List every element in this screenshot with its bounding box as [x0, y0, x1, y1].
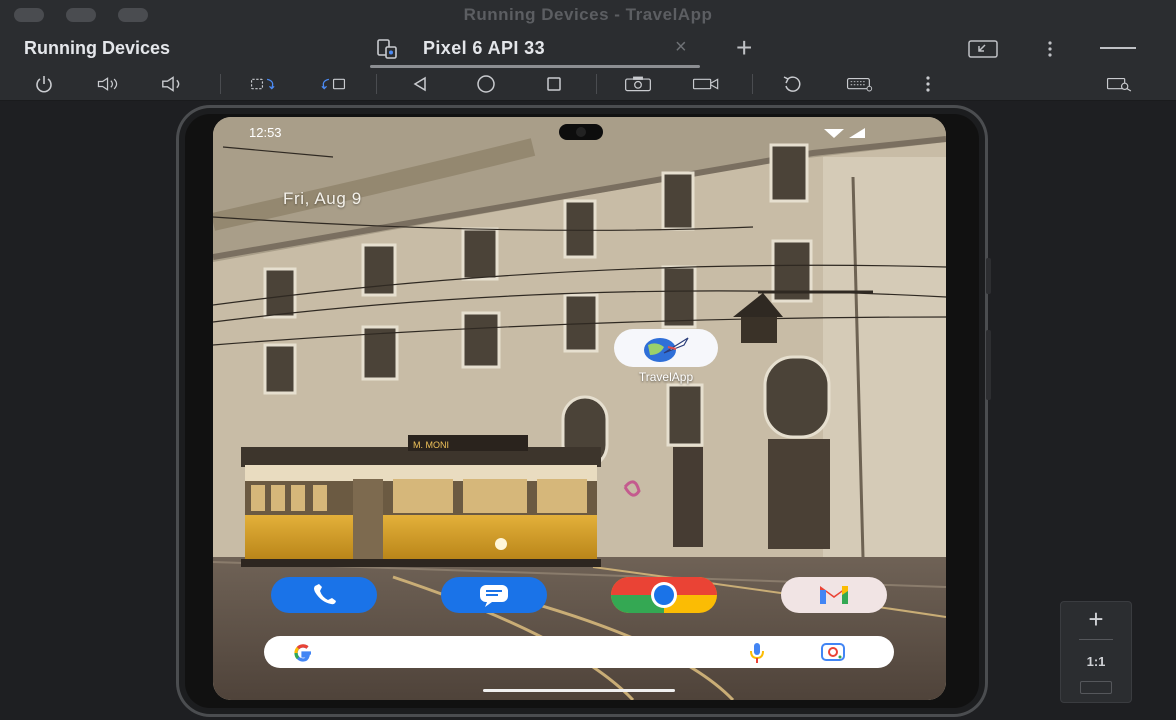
zoom-in-button[interactable]: + — [1061, 604, 1131, 635]
gesture-nav-bar[interactable] — [483, 689, 675, 692]
travelapp-label: TravelApp — [638, 370, 694, 384]
snapshot-icon[interactable] — [780, 73, 808, 95]
tab-label: Pixel 6 API 33 — [423, 38, 546, 58]
status-time: 12:53 — [249, 125, 282, 140]
layout-inspector-icon[interactable] — [1106, 73, 1134, 95]
zoom-controls: + 1:1 — [1060, 601, 1132, 703]
window-title: Running Devices - TravelApp — [463, 5, 713, 24]
phone-screen[interactable]: M. MONI 12:53 Fri, Aug 9 TravelApp — [213, 117, 946, 700]
volume-side-button — [986, 330, 991, 400]
volume-down-icon[interactable] — [160, 73, 188, 95]
rotate-right-icon[interactable] — [318, 73, 346, 95]
phone-app-icon[interactable] — [271, 577, 377, 613]
travelapp-icon — [614, 329, 718, 367]
zoom-to-fit-icon[interactable] — [1080, 681, 1112, 694]
toolbar-separator — [752, 74, 753, 94]
status-icons — [822, 126, 868, 144]
tram-sign: M. MONI — [413, 440, 449, 450]
zoom-divider — [1079, 639, 1113, 640]
options-menu-icon[interactable] — [1043, 39, 1057, 64]
toolbar-separator — [376, 74, 377, 94]
wifi-icon — [824, 129, 844, 138]
signal-icon — [849, 128, 865, 138]
more-icon[interactable] — [914, 73, 942, 95]
add-device-icon[interactable]: + — [736, 32, 752, 64]
messages-app-icon[interactable] — [441, 577, 547, 613]
gmail-app-icon[interactable] — [781, 577, 887, 613]
back-icon[interactable] — [406, 73, 434, 95]
toolbar-separator — [220, 74, 221, 94]
home-icon[interactable] — [472, 73, 500, 95]
google-search-bar[interactable] — [264, 636, 894, 668]
restore-panel-icon[interactable] — [968, 40, 998, 63]
running-devices-header: Running Devices Pixel 6 API 33 × + — [0, 30, 1176, 68]
window-titlebar: Running Devices - TravelApp — [0, 0, 1176, 30]
power-side-button — [986, 258, 991, 294]
google-lens-icon[interactable] — [820, 642, 846, 667]
actual-size-button[interactable]: 1:1 — [1061, 654, 1131, 669]
voice-search-icon[interactable] — [747, 641, 767, 670]
screen-record-icon[interactable] — [692, 73, 720, 95]
google-logo-icon — [292, 642, 314, 669]
toolbar-separator — [596, 74, 597, 94]
date-widget[interactable]: Fri, Aug 9 — [283, 189, 362, 209]
volume-up-icon[interactable] — [96, 73, 124, 95]
chrome-app-icon[interactable] — [611, 577, 717, 613]
overview-icon[interactable] — [540, 73, 568, 95]
rotate-left-icon[interactable] — [250, 73, 278, 95]
travelapp-shortcut[interactable]: TravelApp — [611, 329, 721, 384]
device-icon — [376, 39, 398, 64]
tab-pixel-6-api-33[interactable]: Pixel 6 API 33 × — [370, 30, 700, 68]
power-icon[interactable] — [30, 73, 58, 95]
close-tab-icon[interactable]: × — [675, 36, 687, 59]
hide-panel-icon[interactable] — [1100, 47, 1136, 49]
device-toolbar — [0, 68, 1176, 101]
panel-title: Running Devices — [24, 38, 171, 58]
keyboard-icon[interactable] — [846, 73, 874, 95]
front-camera — [559, 124, 603, 140]
screenshot-icon[interactable] — [624, 73, 652, 95]
